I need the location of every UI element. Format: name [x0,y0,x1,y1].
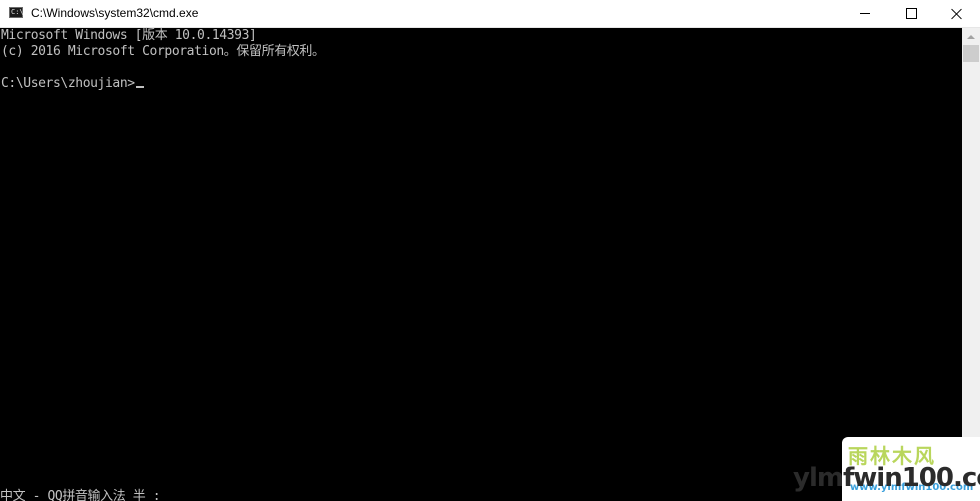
scroll-up-button[interactable] [962,28,980,45]
console-prompt-line[interactable]: C:\Users\zhoujian> [1,76,144,92]
ime-status-bar[interactable]: 中文 - QQ拼音输入法 半 : [0,489,161,501]
close-button[interactable] [934,0,980,27]
text-cursor [135,86,144,88]
vertical-scrollbar[interactable] [962,28,980,501]
cmd-window: C:\ C:\Windows\system32\cmd.exe Microsof… [0,0,980,501]
console-output[interactable]: Microsoft Windows [版本 10.0.14393] (c) 20… [0,28,962,501]
window-title: C:\Windows\system32\cmd.exe [31,6,199,20]
minimize-button[interactable] [842,0,888,27]
chevron-up-icon [967,34,975,39]
cmd-icon[interactable]: C:\ [9,7,24,18]
maximize-button[interactable] [888,0,934,27]
maximize-icon [905,8,917,19]
app-icon-glyph: C:\ [11,8,24,16]
console-line-copyright: (c) 2016 Microsoft Corporation。保留所有权利。 [1,44,325,59]
console-line-version: Microsoft Windows [版本 10.0.14393] [1,28,257,43]
scroll-thumb[interactable] [963,45,979,62]
console-prompt: C:\Users\zhoujian> [1,76,135,91]
close-icon [951,8,963,20]
minimize-icon [860,13,870,14]
title-bar[interactable]: C:\ C:\Windows\system32\cmd.exe [0,0,980,28]
watermark-domain: ylmfwin100.com [793,463,980,493]
